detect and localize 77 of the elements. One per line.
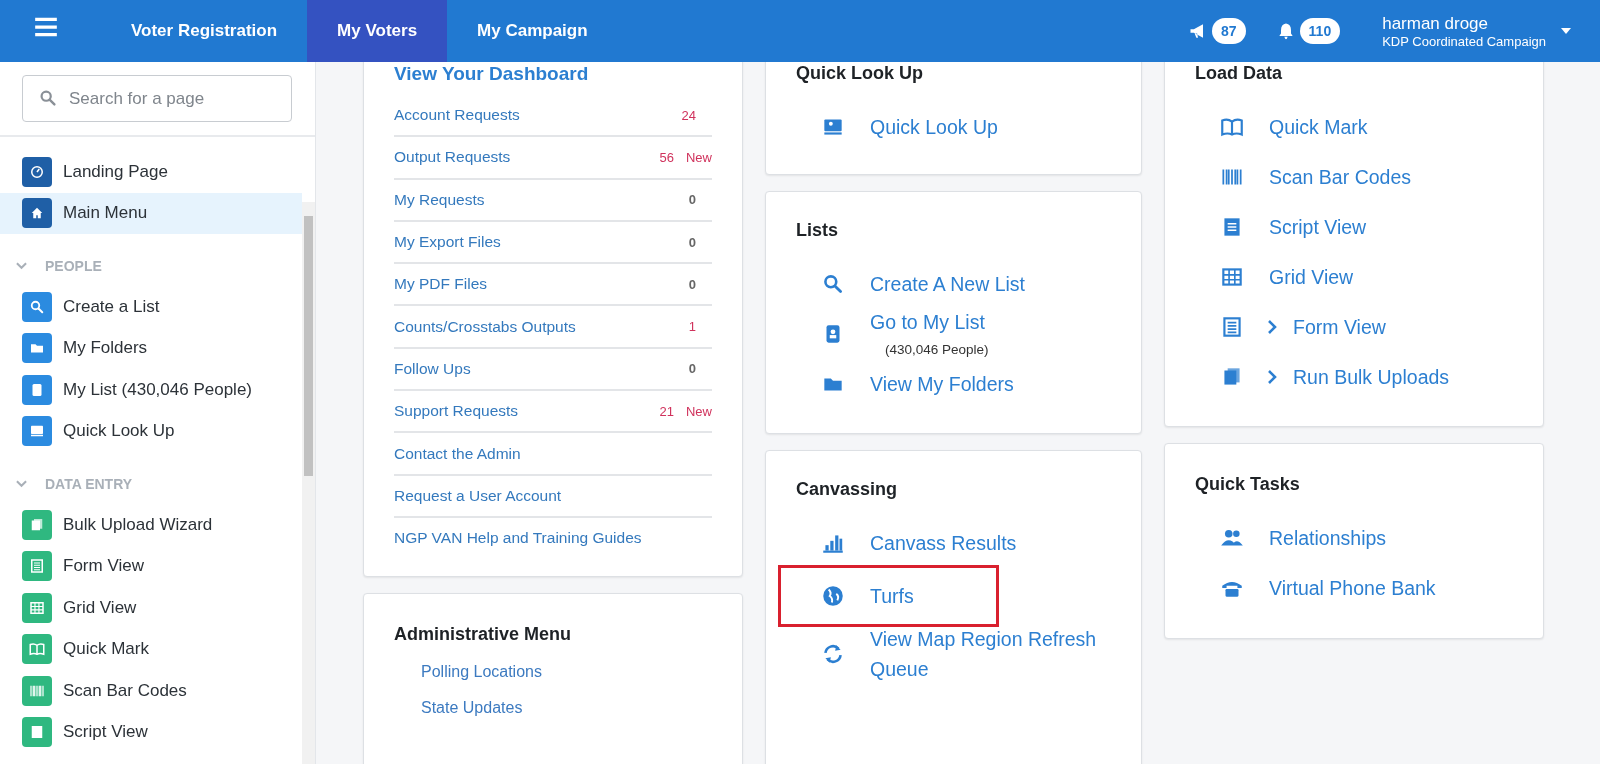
card-title: Quick Tasks [1195, 474, 1301, 495]
count-label: 0 [688, 276, 696, 292]
new-label: New [686, 403, 712, 419]
menu-link[interactable]: Virtual Phone Bank [1269, 576, 1436, 600]
dashboard-link[interactable]: Support Requests [394, 402, 648, 421]
menu-link[interactable]: Scan Bar Codes [1269, 165, 1411, 189]
card-title: Load Data [1195, 63, 1283, 84]
card-title: Lists [796, 220, 839, 241]
sidebar-item[interactable]: Bulk Upload Wizard [0, 504, 302, 546]
menu-link[interactable]: Turfs [870, 581, 996, 611]
count-label: 0 [688, 234, 696, 250]
count-label: 24 [681, 107, 696, 123]
menu-link[interactable]: View Map Region Refresh Queue [870, 624, 1110, 684]
dashboard-link[interactable]: Request a User Account [394, 486, 712, 505]
sidebar-item[interactable]: Script View [0, 711, 302, 753]
menu-link[interactable]: Script View [1269, 215, 1367, 239]
sidebar-item[interactable]: Quick Mark [0, 628, 302, 670]
menu-icon[interactable] [33, 16, 59, 38]
card-title: Administrative Menu [394, 624, 573, 646]
dashboard-link[interactable]: My Export Files [394, 233, 677, 252]
chevron-down-icon[interactable] [16, 480, 27, 488]
new-label: New [686, 149, 712, 165]
sidebar-item[interactable]: My Folders [0, 327, 302, 369]
count-label: 0 [688, 361, 696, 377]
people-count: (430,046 People) [885, 342, 989, 357]
sidebar-item[interactable]: Main Menu [0, 192, 302, 234]
search-field[interactable]: Search for a page [22, 75, 292, 122]
menu-link[interactable]: Grid View [1269, 265, 1354, 289]
card-title: Quick Look Up [796, 63, 924, 84]
nav-tab[interactable]: My Campaign [447, 0, 618, 62]
section-heading: PEOPLE [45, 258, 102, 274]
menu-link[interactable]: Run Bulk Uploads [1293, 365, 1450, 389]
nav-tab[interactable]: Voter Registration [131, 0, 308, 62]
admin-link[interactable]: State Updates [421, 699, 712, 718]
scrollbar-thumb[interactable] [304, 216, 313, 476]
sidebar-item[interactable]: Form View [0, 545, 302, 587]
chevron-right-icon[interactable] [1267, 370, 1277, 384]
sidebar-item[interactable]: Landing Page [0, 151, 302, 193]
count-label: 56 [659, 149, 674, 165]
count-label: 0 [688, 192, 696, 208]
menu-link[interactable]: Go to My List [870, 311, 989, 334]
card-title: Canvassing [796, 479, 899, 500]
chevron-right-icon[interactable] [1267, 320, 1277, 334]
chevron-down-icon[interactable] [16, 262, 27, 270]
nav-tab[interactable]: My Voters [307, 0, 448, 62]
dashboard-link[interactable]: NGP VAN Help and Training Guides [394, 529, 712, 548]
menu-link[interactable]: Quick Look Up [870, 115, 998, 139]
dashboard-link[interactable]: Counts/Crosstabs Outputs [394, 317, 677, 336]
form-icon [28, 557, 46, 576]
user-organization: KDP Coordinated Campaign [1382, 33, 1546, 49]
sidebar-item[interactable]: My List (430,046 People) [0, 369, 302, 411]
dashboard-link[interactable]: View Your Dashboard [394, 63, 712, 85]
sidebar-item[interactable]: Grid View [0, 587, 302, 629]
globe-icon [820, 583, 846, 609]
admin-link[interactable]: Polling Locations [421, 663, 712, 682]
user-name[interactable]: harman droge [1382, 13, 1546, 34]
caret-icon[interactable] [1560, 27, 1572, 35]
sidebar-item[interactable]: Quick Look Up [0, 410, 302, 452]
dashboard-link[interactable]: Account Requests [394, 106, 670, 125]
count-badge: 87 [1212, 18, 1246, 44]
menu-link[interactable]: Canvass Results [870, 528, 1110, 558]
count-badge: 110 [1299, 18, 1341, 44]
dashboard-link[interactable]: Follow Ups [394, 359, 677, 378]
dashboard-link[interactable]: My Requests [394, 190, 677, 209]
dashboard-link[interactable]: My PDF Files [394, 275, 677, 294]
menu-link[interactable]: Relationships [1269, 526, 1387, 550]
dashboard-link[interactable]: Contact the Admin [394, 444, 712, 463]
menu-link[interactable]: Create A New List [870, 272, 1025, 296]
count-label: 1 [688, 319, 696, 335]
menu-link[interactable]: Form View [1293, 315, 1386, 339]
count-label: 21 [659, 403, 674, 419]
dashboard-link[interactable]: Output Requests [394, 148, 648, 167]
menu-link[interactable]: Quick Mark [1269, 115, 1368, 139]
sidebar-item[interactable]: Create a List [0, 286, 302, 328]
menu-link[interactable]: View My Folders [870, 372, 1014, 396]
sidebar-item[interactable]: Scan Bar Codes [0, 670, 302, 712]
section-heading: DATA ENTRY [45, 476, 133, 492]
